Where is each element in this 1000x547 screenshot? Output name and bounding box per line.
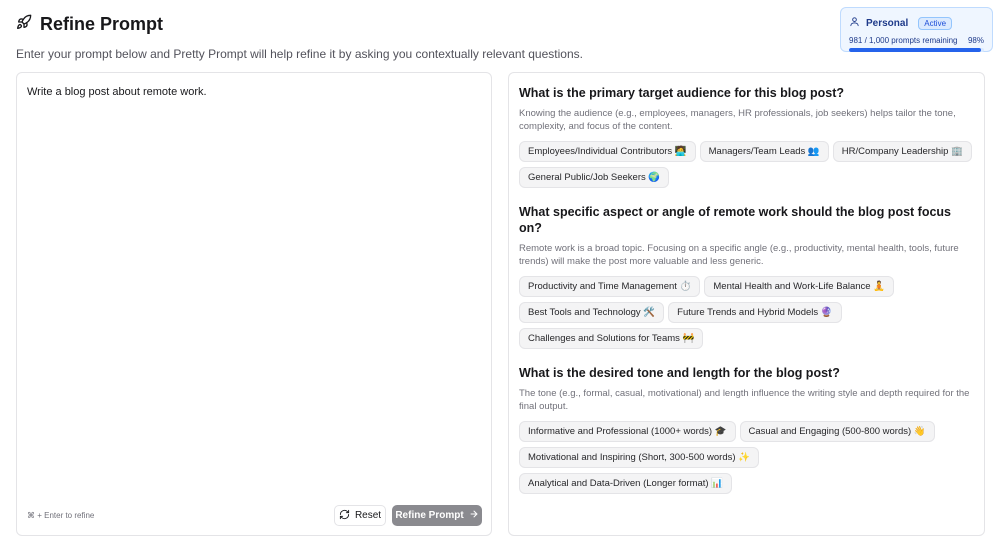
question-title: What is the primary target audience for … (519, 86, 845, 100)
usage-text: 981 / 1,000 prompts remaining (849, 36, 958, 45)
question-tone: What is the desired tone and length for … (519, 365, 974, 494)
question-title: What is the desired tone and length for … (519, 366, 840, 380)
page-title: Refine Prompt (40, 14, 164, 34)
shortcut-hint: ⌘ + Enter to refine (27, 511, 95, 520)
refine-prompt-button[interactable]: Refine Prompt (392, 505, 482, 526)
user-icon (849, 14, 860, 32)
question-description: Remote work is a broad topic. Focusing o… (519, 243, 959, 267)
status-badge: Active (918, 16, 953, 30)
questions-panel: What is the primary target audience for … (508, 72, 985, 536)
option-list: Employees/Individual Contributors 🧑‍💻 Ma… (519, 141, 974, 188)
page-subtitle: Enter your prompt below and Pretty Promp… (16, 47, 583, 61)
option-list: Informative and Professional (1000+ word… (519, 421, 974, 494)
option-chip[interactable]: Casual and Engaging (500-800 words) 👋 (739, 421, 935, 442)
option-list: Productivity and Time Management ⏱️ Ment… (519, 276, 974, 349)
plan-name: Personal (866, 17, 909, 29)
option-chip[interactable]: Analytical and Data-Driven (Longer forma… (519, 473, 733, 494)
question-title: What specific aspect or angle of remote … (519, 205, 952, 235)
option-chip[interactable]: General Public/Job Seekers 🌍 (519, 167, 670, 188)
question-angle: What specific aspect or angle of remote … (519, 204, 974, 349)
option-chip[interactable]: Best Tools and Technology 🛠️ (519, 302, 665, 323)
option-chip[interactable]: Future Trends and Hybrid Models 🔮 (668, 302, 842, 323)
option-chip[interactable]: Mental Health and Work-Life Balance 🧘 (704, 276, 895, 297)
question-description: Knowing the audience (e.g., employees, m… (519, 108, 956, 132)
reset-button[interactable]: Reset (334, 505, 386, 526)
usage-progress-bar (849, 48, 984, 52)
refresh-icon (339, 509, 350, 523)
option-chip[interactable]: Challenges and Solutions for Teams 🚧 (519, 328, 704, 349)
page-header: Refine Prompt (16, 14, 163, 35)
rocket-icon (16, 14, 32, 35)
account-usage-card[interactable]: Personal Active 981 / 1,000 prompts rema… (840, 7, 993, 52)
question-audience: What is the primary target audience for … (519, 85, 974, 188)
option-chip[interactable]: Employees/Individual Contributors 🧑‍💻 (519, 141, 696, 162)
reset-label: Reset (354, 510, 382, 521)
arrow-right-icon (469, 509, 479, 522)
refine-label: Refine Prompt (395, 510, 464, 521)
usage-progress-fill (849, 48, 982, 52)
option-chip[interactable]: Productivity and Time Management ⏱️ (519, 276, 701, 297)
usage-percent: 98% (967, 36, 984, 45)
prompt-input[interactable]: Write a blog post about remote work. (27, 85, 477, 100)
prompt-editor-panel: Write a blog post about remote work. ⌘ +… (16, 72, 492, 536)
option-chip[interactable]: Motivational and Inspiring (Short, 300-5… (519, 447, 759, 468)
option-chip[interactable]: Informative and Professional (1000+ word… (519, 421, 736, 442)
option-chip[interactable]: HR/Company Leadership 🏢 (832, 141, 972, 162)
question-description: The tone (e.g., formal, casual, motivati… (519, 388, 970, 412)
option-chip[interactable]: Managers/Team Leads 👥 (699, 141, 829, 162)
